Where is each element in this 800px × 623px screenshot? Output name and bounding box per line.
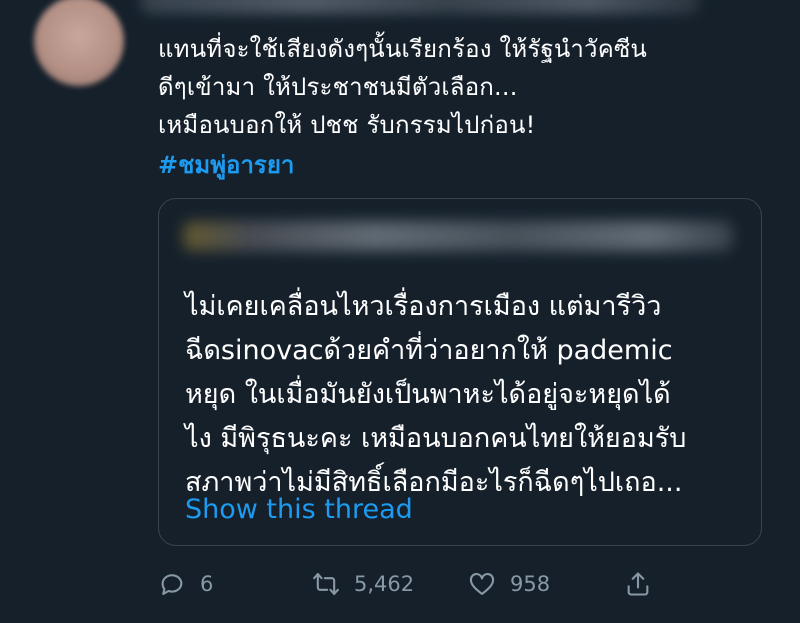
share-icon [627,572,649,596]
retweet-count: 5,462 [354,572,415,596]
share-button[interactable] [624,566,652,602]
quoted-text-line: ไง มีพิรุธนะคะ เหมือนบอกคนไทยให้ยอมรับ [185,423,687,454]
tweet-text-line: ดีๆเข้ามา ให้ประชาชนมีตัวเลือก... [158,73,518,101]
quoted-text-line: ไม่เคยเคลื่อนไหวเรื่องการเมือง แต่มารีวิ… [185,291,662,322]
tweet-text-line: แทนที่จะใช้เสียงดังๆนั้นเรียกร้อง ให้รัฐ… [158,35,648,63]
heart-icon [469,572,495,595]
retweet-icon [313,573,339,595]
show-thread-link[interactable]: Show this thread [185,493,413,527]
reply-count: 6 [200,572,214,596]
tweet-card: แทนที่จะใช้เสียงดังๆนั้นเรียกร้อง ให้รัฐ… [0,0,800,623]
like-count: 958 [510,572,551,596]
quoted-tweet-text: ไม่เคยเคลื่อนไหวเรื่องการเมือง แต่มารีวิ… [185,285,755,505]
tweet-text-line: เหมือนบอกให้ ปชช รับกรรมไปก่อน! [158,111,536,139]
quoted-tweet[interactable]: ไม่เคยเคลื่อนไหวเรื่องการเมือง แต่มารีวิ… [158,198,762,546]
retweet-button[interactable]: 5,462 [312,566,414,602]
reply-button[interactable]: 6 [158,566,213,602]
quoted-text-line: หยุด ในเมื่อมันยังเป็นพาหะได้อยู่จะหยุดไ… [185,379,671,410]
author-name-blurred [140,0,700,14]
tweet-text: แทนที่จะใช้เสียงดังๆนั้นเรียกร้อง ให้รัฐ… [158,30,778,144]
quoted-text-line: ฉีดsinovacด้วยคำที่ว่าอยากให้ pademic [185,335,673,366]
hashtag-link[interactable]: #ชมพู่อารยา [158,150,294,180]
tweet-actions: 6 5,462 958 [158,566,678,602]
reply-icon [161,574,183,595]
quoted-author-blurred [183,221,733,251]
avatar[interactable] [34,0,124,86]
like-button[interactable]: 958 [468,566,550,602]
